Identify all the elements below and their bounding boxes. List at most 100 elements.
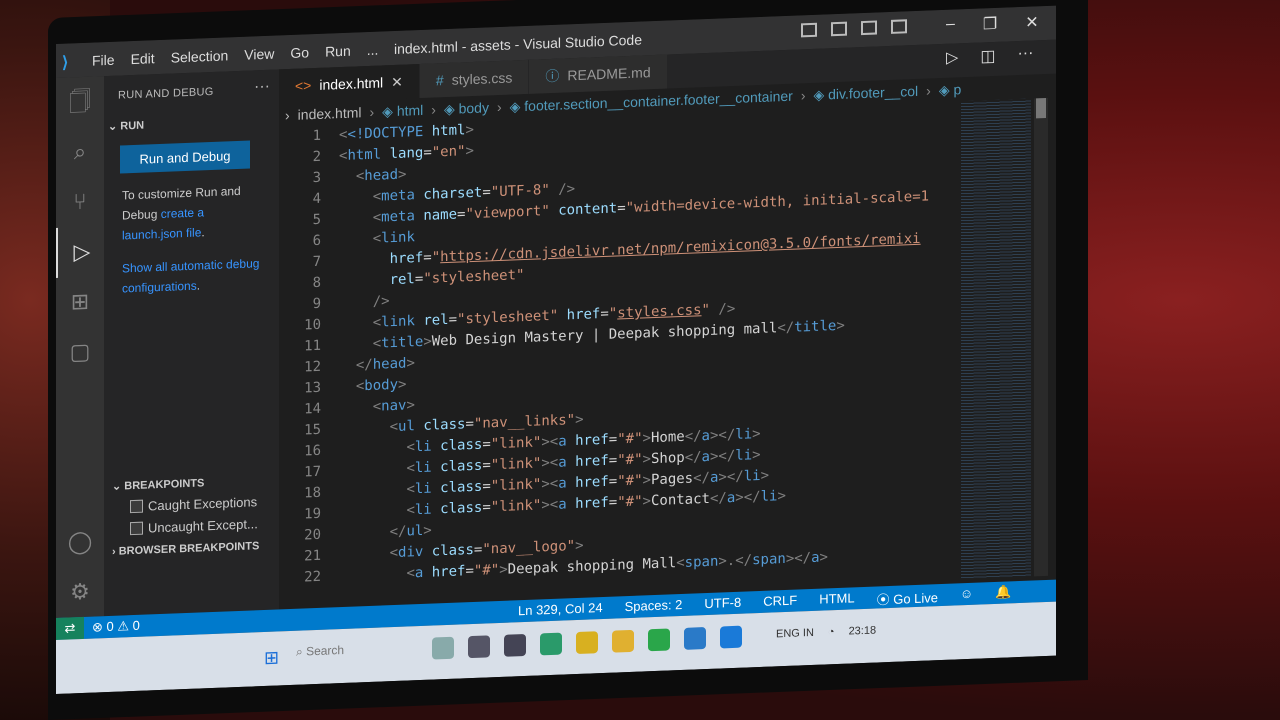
chevron-right-icon: › bbox=[926, 82, 931, 99]
breadcrumb-file[interactable]: index.html bbox=[298, 104, 362, 122]
source-control-icon[interactable]: ⑂ bbox=[56, 176, 104, 228]
html-file-icon: <> bbox=[295, 77, 312, 94]
uncaught-exceptions-item[interactable]: Uncaught Except... bbox=[130, 516, 258, 536]
end-of-line[interactable]: CRLF bbox=[763, 593, 797, 613]
breadcrumb-p[interactable]: ◈ p bbox=[939, 81, 961, 99]
menu-bar: File Edit Selection View Go Run ... bbox=[92, 42, 378, 69]
tab-readme-md[interactable]: ⓘ README.md bbox=[529, 54, 668, 94]
telegram-icon[interactable] bbox=[684, 627, 706, 650]
line-number: 12 bbox=[304, 358, 321, 376]
file-explorer-icon[interactable] bbox=[576, 631, 598, 655]
caught-exceptions-label: Caught Exceptions bbox=[148, 494, 258, 514]
menu-view[interactable]: View bbox=[244, 46, 274, 63]
line-number: 22 bbox=[304, 568, 321, 586]
breadcrumb-body[interactable]: ◈ body bbox=[444, 99, 489, 118]
search-icon[interactable]: ⌕ bbox=[56, 126, 104, 178]
customize-layout-icon[interactable] bbox=[891, 19, 907, 34]
browser-breakpoints-label: BROWSER BREAKPOINTS bbox=[118, 540, 260, 558]
minimap[interactable] bbox=[961, 98, 1031, 580]
remote-indicator-icon[interactable]: ⇄ bbox=[56, 616, 84, 640]
wifi-icon[interactable]: ◔ bbox=[828, 626, 835, 638]
close-icon[interactable]: ✕ bbox=[391, 73, 403, 90]
minimize-icon[interactable]: – bbox=[946, 15, 955, 35]
caught-exceptions-item[interactable]: Caught Exceptions bbox=[130, 494, 257, 514]
clock[interactable]: 23:18 bbox=[849, 624, 877, 637]
tab-styles-css[interactable]: # styles.css bbox=[419, 59, 530, 99]
go-live-button[interactable]: ⦿ Go Live bbox=[877, 587, 938, 608]
line-number: 7 bbox=[312, 253, 321, 271]
indentation[interactable]: Spaces: 2 bbox=[625, 597, 683, 618]
menu-selection[interactable]: Selection bbox=[171, 47, 229, 65]
run-and-debug-button[interactable]: Run and Debug bbox=[120, 140, 250, 174]
tab-label: index.html bbox=[319, 74, 384, 93]
uncaught-exceptions-checkbox[interactable] bbox=[130, 521, 143, 536]
vscode-window: ⟩ File Edit Selection View Go Run ... in… bbox=[56, 5, 1056, 695]
customize-end: . bbox=[201, 225, 205, 240]
notifications-icon[interactable]: 🔔 bbox=[995, 584, 1011, 604]
windows-start-icon[interactable]: ⊞ bbox=[264, 647, 282, 668]
restore-icon[interactable]: ❐ bbox=[983, 14, 997, 35]
problems-count[interactable]: ⊗ 0 ⚠ 0 bbox=[92, 618, 140, 636]
remixicon-url[interactable]: https://cdn.jsdelivr.net/npm/remixicon@3… bbox=[440, 231, 920, 265]
vscode-logo-icon: ⟩ bbox=[62, 54, 69, 72]
run-icon[interactable]: ▷ bbox=[946, 47, 958, 67]
encoding[interactable]: UTF-8 bbox=[704, 595, 741, 615]
line-number: 17 bbox=[304, 463, 321, 481]
line-number: 6 bbox=[312, 232, 321, 250]
terminal-icon[interactable] bbox=[468, 635, 490, 659]
taskbar-search[interactable]: ⌕ Search bbox=[296, 640, 416, 667]
run-and-debug-sidebar: RUN AND DEBUG ··· ⌄ RUN Run and Debug To… bbox=[104, 69, 279, 617]
task-view-icon[interactable] bbox=[432, 636, 454, 660]
menu-file[interactable]: File bbox=[92, 52, 115, 69]
toggle-sidebar-icon[interactable] bbox=[801, 22, 817, 38]
language-mode[interactable]: HTML bbox=[819, 590, 854, 610]
split-editor-icon[interactable]: ◫ bbox=[980, 46, 995, 67]
code-editor[interactable]: 1 <<!DOCTYPE html> 2 <html lang="en"> 3 <h… bbox=[279, 100, 979, 606]
caught-exceptions-checkbox[interactable] bbox=[130, 499, 143, 514]
close-window-icon[interactable]: ✕ bbox=[1025, 12, 1038, 33]
browser-breakpoints-header[interactable]: › BROWSER BREAKPOINTS bbox=[112, 540, 259, 558]
toggle-panel-icon[interactable] bbox=[831, 21, 847, 37]
breadcrumb-body-label: body bbox=[458, 98, 489, 117]
remote-explorer-icon[interactable]: ▢ bbox=[56, 326, 104, 378]
menu-edit[interactable]: Edit bbox=[131, 50, 155, 67]
edge-browser-icon[interactable] bbox=[540, 632, 562, 656]
toggle-secondary-sidebar-icon[interactable] bbox=[861, 20, 877, 36]
line-number: 20 bbox=[304, 526, 321, 544]
breakpoints-label: BREAKPOINTS bbox=[124, 477, 205, 493]
line-number: 21 bbox=[304, 547, 321, 565]
link-text: Home bbox=[650, 428, 685, 447]
folder-icon[interactable] bbox=[612, 629, 634, 653]
doctype-html: html bbox=[431, 122, 466, 140]
menu-go[interactable]: Go bbox=[290, 44, 309, 61]
account-icon[interactable]: ◯ bbox=[56, 516, 104, 568]
feedback-icon[interactable]: ☺ bbox=[960, 586, 973, 606]
vertical-scrollbar[interactable] bbox=[1034, 97, 1048, 577]
breadcrumb-div[interactable]: ◈ div.footer__col bbox=[813, 82, 918, 103]
tray-language[interactable]: ENG IN bbox=[776, 627, 814, 640]
breakpoints-header[interactable]: ⌄ BREAKPOINTS bbox=[112, 476, 204, 493]
run-section-header[interactable]: ⌄ RUN bbox=[108, 119, 144, 133]
line-number: 1 bbox=[312, 127, 321, 145]
show-configs-text: Show all automatic debug configurations. bbox=[122, 253, 262, 298]
sidebar-title: RUN AND DEBUG bbox=[118, 85, 214, 102]
scrollbar-thumb[interactable] bbox=[1036, 97, 1046, 119]
chevron-right-icon: › bbox=[496, 98, 502, 116]
more-icon[interactable]: ··· bbox=[1017, 44, 1033, 65]
vscode-taskbar-icon[interactable] bbox=[720, 625, 742, 649]
explorer-icon[interactable]: 🗍 bbox=[56, 76, 104, 128]
tab-index-html[interactable]: <> index.html ✕ bbox=[279, 64, 420, 104]
show-automatic-configs-link[interactable]: Show all automatic debug configurations bbox=[122, 256, 259, 295]
menu-more[interactable]: ... bbox=[367, 42, 379, 58]
gear-icon[interactable]: ⚙ bbox=[56, 566, 104, 618]
activity-bar: 🗍 ⌕ ⑂ ▷ ⊞ ▢ ◯ ⚙ bbox=[56, 76, 106, 619]
breadcrumb-html[interactable]: ◈ html bbox=[382, 101, 423, 120]
run-debug-icon[interactable]: ▷ bbox=[56, 226, 106, 278]
whatsapp-icon[interactable] bbox=[648, 628, 670, 652]
chat-icon[interactable] bbox=[504, 633, 526, 657]
uncaught-exceptions-label: Uncaught Except... bbox=[148, 516, 258, 536]
more-actions-icon[interactable]: ··· bbox=[254, 78, 270, 97]
extensions-icon[interactable]: ⊞ bbox=[56, 276, 104, 328]
system-tray: ENG IN ◔ 23:18 bbox=[776, 624, 876, 640]
menu-run[interactable]: Run bbox=[325, 43, 351, 60]
